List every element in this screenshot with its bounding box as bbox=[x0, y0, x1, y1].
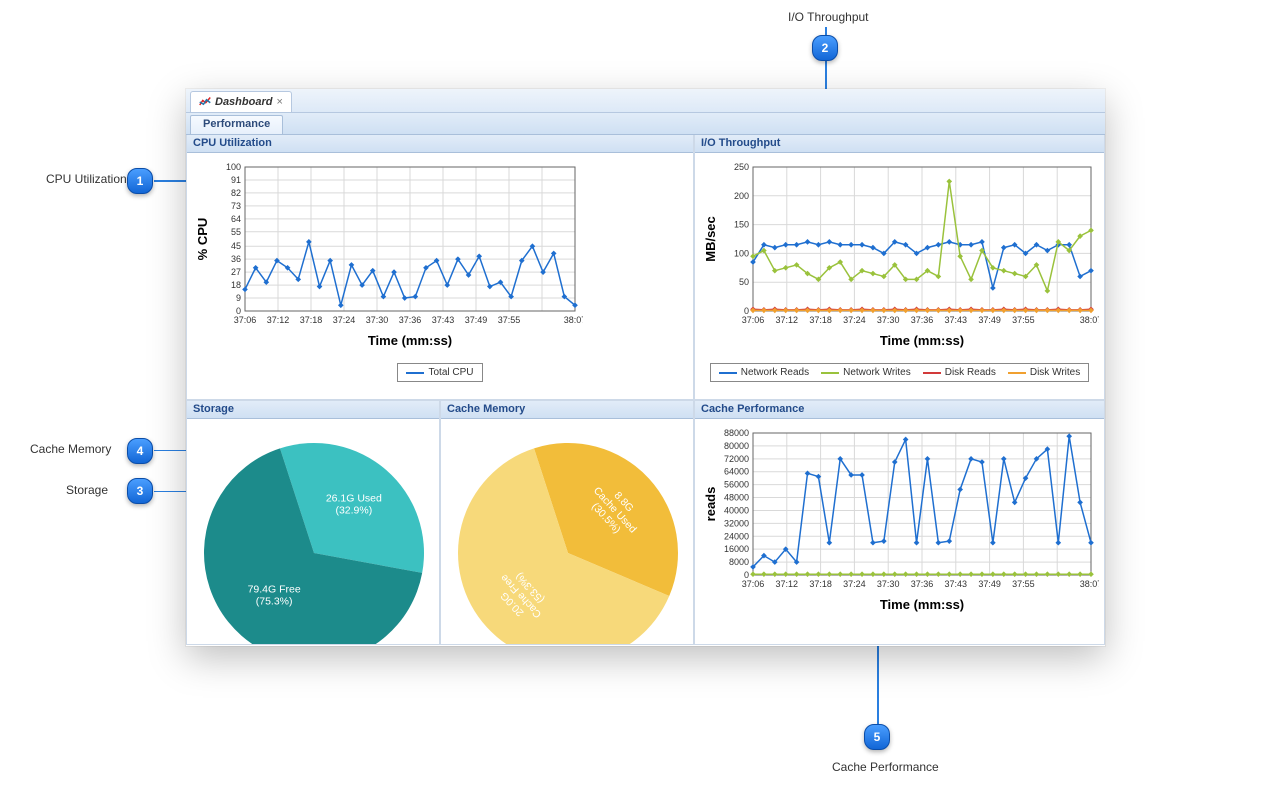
svg-text:18: 18 bbox=[231, 280, 241, 290]
svg-text:37:12: 37:12 bbox=[267, 315, 290, 325]
svg-text:79.4G Free: 79.4G Free bbox=[248, 584, 301, 596]
svg-text:37:06: 37:06 bbox=[234, 315, 257, 325]
svg-text:37:43: 37:43 bbox=[432, 315, 455, 325]
svg-text:37:49: 37:49 bbox=[978, 315, 1001, 325]
svg-text:37:43: 37:43 bbox=[945, 315, 968, 325]
legend-network-writes: Network Writes bbox=[843, 367, 911, 378]
editor-tabbar: Dashboard × bbox=[186, 89, 1105, 113]
svg-text:37:12: 37:12 bbox=[776, 315, 799, 325]
svg-text:8000: 8000 bbox=[729, 557, 749, 567]
cpu-legend: Total CPU bbox=[397, 363, 482, 382]
svg-text:37:30: 37:30 bbox=[366, 315, 389, 325]
svg-text:9: 9 bbox=[236, 293, 241, 303]
svg-text:26.1G Used: 26.1G Used bbox=[326, 492, 382, 504]
svg-text:27: 27 bbox=[231, 267, 241, 277]
svg-text:Time (mm:ss): Time (mm:ss) bbox=[880, 333, 964, 348]
storage-panel: Storage 26.1G Used(32.9%) 79.4G Free(75.3… bbox=[186, 401, 440, 645]
svg-text:91: 91 bbox=[231, 175, 241, 185]
svg-text:80000: 80000 bbox=[724, 441, 749, 451]
legend-total-cpu: Total CPU bbox=[428, 367, 473, 378]
svg-text:% CPU: % CPU bbox=[195, 218, 210, 261]
svg-text:37:18: 37:18 bbox=[809, 579, 832, 589]
svg-text:MB/sec: MB/sec bbox=[703, 216, 718, 262]
svg-text:45: 45 bbox=[231, 241, 241, 251]
io-panel: I/O Throughput 05010015020025037:0637:12… bbox=[694, 135, 1105, 400]
svg-text:82: 82 bbox=[231, 188, 241, 198]
svg-text:64: 64 bbox=[231, 214, 241, 224]
svg-text:250: 250 bbox=[734, 162, 749, 172]
dashboard-tab-label: Dashboard bbox=[215, 96, 272, 108]
svg-text:(75.3%): (75.3%) bbox=[256, 596, 293, 608]
io-legend: Network Reads Network Writes Disk Reads … bbox=[710, 363, 1089, 382]
legend-disk-writes: Disk Writes bbox=[1030, 367, 1080, 378]
svg-text:Time (mm:ss): Time (mm:ss) bbox=[880, 597, 964, 612]
performance-subtab-label: Performance bbox=[203, 118, 270, 130]
svg-text:16000: 16000 bbox=[724, 544, 749, 554]
svg-text:37:12: 37:12 bbox=[776, 579, 799, 589]
cachemem-title: Cache Memory bbox=[441, 401, 693, 419]
io-title: I/O Throughput bbox=[695, 135, 1104, 153]
cacheperf-panel: Cache Performance 0800016000240003200040… bbox=[694, 401, 1105, 645]
svg-text:56000: 56000 bbox=[724, 480, 749, 490]
svg-text:55: 55 bbox=[231, 227, 241, 237]
cpu-panel: CPU Utilization 091827364555647382911003… bbox=[186, 135, 694, 400]
svg-text:37:49: 37:49 bbox=[465, 315, 488, 325]
svg-text:50: 50 bbox=[739, 277, 749, 287]
svg-text:37:24: 37:24 bbox=[333, 315, 356, 325]
cacheperf-chart: 0800016000240003200040000480005600064000… bbox=[701, 425, 1099, 623]
dashboard-body: CPU Utilization 091827364555647382911003… bbox=[186, 135, 1105, 646]
performance-subtab[interactable]: Performance bbox=[190, 115, 283, 134]
svg-text:37:30: 37:30 bbox=[877, 579, 900, 589]
svg-text:37:06: 37:06 bbox=[742, 579, 765, 589]
svg-text:37:49: 37:49 bbox=[978, 579, 1001, 589]
svg-text:37:24: 37:24 bbox=[843, 315, 866, 325]
svg-text:100: 100 bbox=[226, 162, 241, 172]
svg-text:(32.9%): (32.9%) bbox=[335, 504, 372, 516]
svg-text:24000: 24000 bbox=[724, 531, 749, 541]
svg-text:200: 200 bbox=[734, 191, 749, 201]
cachemem-chart: 8.8GCache Used(30.5%)20.0GCache Free(53.… bbox=[447, 425, 689, 644]
svg-text:72000: 72000 bbox=[724, 454, 749, 464]
cacheperf-title: Cache Performance bbox=[695, 401, 1104, 419]
svg-text:37:24: 37:24 bbox=[843, 579, 866, 589]
svg-text:Time (mm:ss): Time (mm:ss) bbox=[368, 333, 452, 348]
svg-text:32000: 32000 bbox=[724, 518, 749, 528]
storage-chart: 26.1G Used(32.9%) 79.4G Free(75.3%) bbox=[193, 425, 435, 644]
svg-text:37:36: 37:36 bbox=[911, 315, 934, 325]
svg-text:37:36: 37:36 bbox=[399, 315, 422, 325]
svg-text:37:43: 37:43 bbox=[945, 579, 968, 589]
svg-text:37:18: 37:18 bbox=[300, 315, 323, 325]
svg-text:37:55: 37:55 bbox=[498, 315, 521, 325]
cachemem-panel: Cache Memory 8.8GCache Used(30.5%)20.0GC… bbox=[440, 401, 694, 645]
dashboard-window: Dashboard × Performance CPU Utilization … bbox=[186, 89, 1105, 646]
svg-text:40000: 40000 bbox=[724, 505, 749, 515]
svg-text:37:06: 37:06 bbox=[742, 315, 765, 325]
svg-text:100: 100 bbox=[734, 248, 749, 258]
svg-text:73: 73 bbox=[231, 201, 241, 211]
close-tab-icon[interactable]: × bbox=[276, 96, 282, 108]
cpu-chart: 0918273645556473829110037:0637:1237:1837… bbox=[193, 159, 583, 359]
dashboard-tab[interactable]: Dashboard × bbox=[190, 91, 292, 112]
svg-text:64000: 64000 bbox=[724, 467, 749, 477]
svg-text:37:30: 37:30 bbox=[877, 315, 900, 325]
svg-text:37:36: 37:36 bbox=[911, 579, 934, 589]
svg-text:48000: 48000 bbox=[724, 493, 749, 503]
subtab-bar: Performance bbox=[186, 113, 1105, 135]
svg-text:150: 150 bbox=[734, 220, 749, 230]
svg-text:reads: reads bbox=[703, 487, 718, 522]
io-chart: 05010015020025037:0637:1237:1837:2437:30… bbox=[701, 159, 1099, 359]
svg-text:38:07: 38:07 bbox=[1080, 315, 1099, 325]
svg-text:37:18: 37:18 bbox=[809, 315, 832, 325]
cpu-title: CPU Utilization bbox=[187, 135, 693, 153]
svg-text:38:07: 38:07 bbox=[1080, 579, 1099, 589]
chart-icon bbox=[199, 96, 211, 108]
legend-disk-reads: Disk Reads bbox=[945, 367, 996, 378]
svg-text:36: 36 bbox=[231, 254, 241, 264]
svg-text:37:55: 37:55 bbox=[1012, 315, 1035, 325]
storage-title: Storage bbox=[187, 401, 439, 419]
svg-text:88000: 88000 bbox=[724, 428, 749, 438]
svg-text:37:55: 37:55 bbox=[1012, 579, 1035, 589]
legend-network-reads: Network Reads bbox=[741, 367, 809, 378]
svg-text:38:07: 38:07 bbox=[564, 315, 583, 325]
